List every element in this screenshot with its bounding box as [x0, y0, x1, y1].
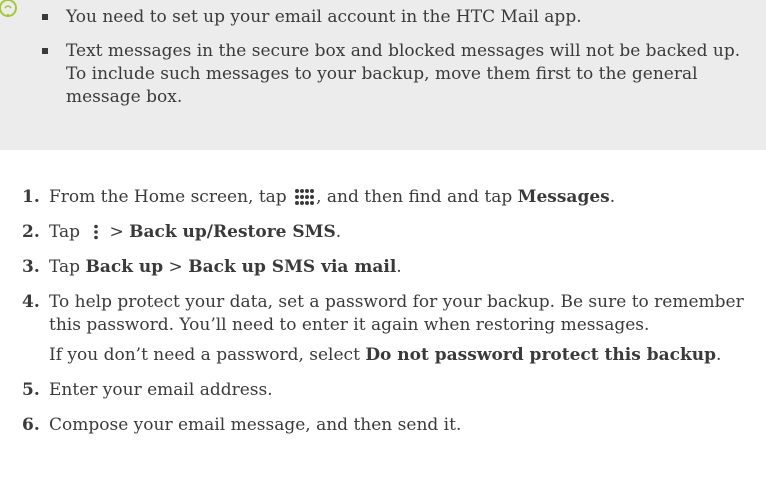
lightbulb-icon	[0, 0, 17, 17]
step-1: 1. From the Home screen, tap , and then …	[22, 187, 616, 207]
all-apps-icon	[295, 189, 315, 205]
tip-bullets: You need to set up your email account in…	[42, 6, 756, 120]
step-4-note: If you don’t need a password, select Do …	[49, 345, 722, 365]
step-5: 5. Enter your email address.	[22, 380, 273, 400]
steps-list: 1. From the Home screen, tap , and then …	[0, 186, 766, 449]
tip-note-box: You need to set up your email account in…	[0, 0, 766, 150]
tip-bullet: Text messages in the secure box and bloc…	[42, 40, 756, 109]
step-2: 2. Tap > Back up/Restore SMS.	[22, 222, 342, 242]
step-4: 4. To help protect your data, set a pass…	[0, 291, 766, 367]
step-3: 3. Tap Back up > Back up SMS via mail.	[22, 257, 402, 277]
step-6: 6. Compose your email message, and then …	[22, 415, 462, 435]
tip-bullet: You need to set up your email account in…	[42, 6, 756, 29]
overflow-menu-icon	[94, 224, 99, 240]
